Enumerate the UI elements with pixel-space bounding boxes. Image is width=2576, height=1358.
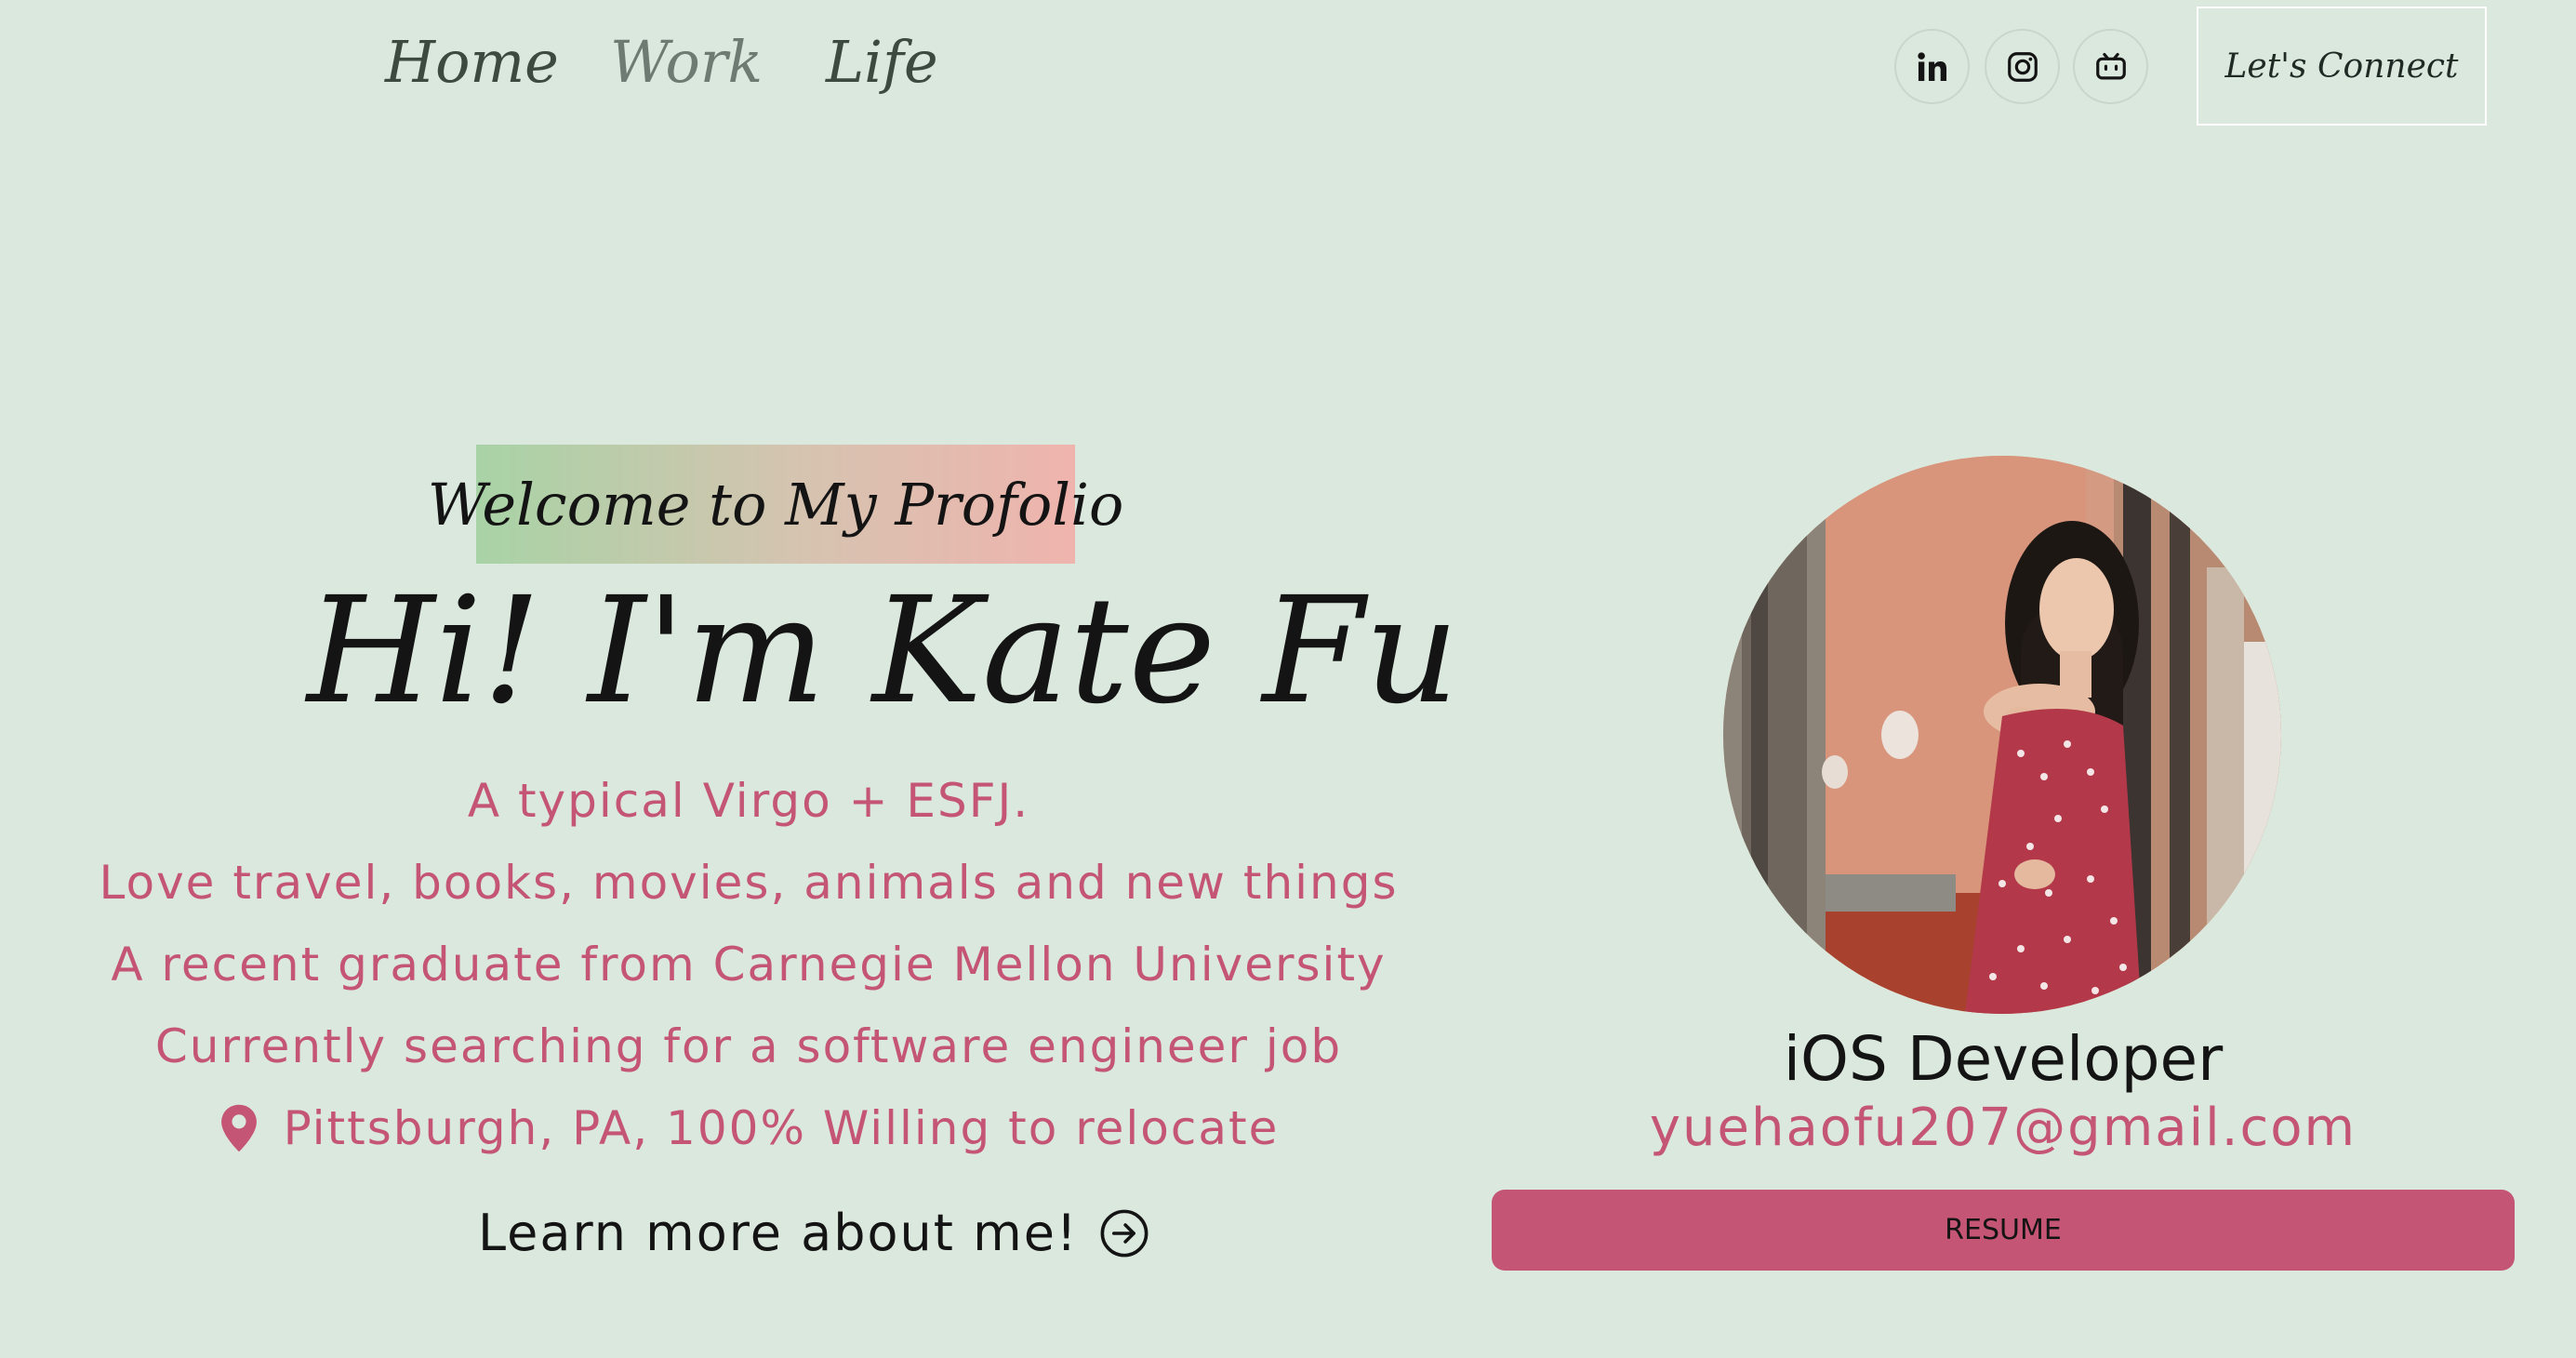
location-text: Pittsburgh, PA, 100% Willing to relocate — [283, 1101, 1280, 1155]
profile-photo — [1723, 456, 2281, 1014]
email-link[interactable]: yuehaofu207@gmail.com — [1488, 1098, 2518, 1158]
hero-title: Hi! I'm Kate Fu — [307, 566, 1459, 737]
bilibili-icon — [2095, 52, 2126, 79]
nav-life-link[interactable]: Life — [826, 28, 938, 96]
bio-line-personality: A typical Virgo + ESFJ. — [467, 774, 1030, 828]
instagram-icon — [2007, 51, 2038, 82]
welcome-badge: Welcome to My Profolio — [428, 445, 1123, 564]
lets-connect-button[interactable]: Let's Connect — [2197, 7, 2487, 126]
bilibili-button[interactable] — [2073, 29, 2148, 104]
nav-work-link[interactable]: Work — [610, 28, 763, 96]
learn-more-link[interactable]: Learn more about me! — [478, 1204, 1149, 1262]
linkedin-icon — [1917, 51, 1946, 81]
location-row: Pittsburgh, PA, 100% Willing to relocate — [0, 1101, 1497, 1155]
bio-line-education: A recent graduate from Carnegie Mellon U… — [111, 938, 1387, 992]
instagram-button[interactable] — [1985, 29, 2060, 104]
learn-more-label: Learn more about me! — [478, 1204, 1079, 1262]
bio-line-interests: Love travel, books, movies, animals and … — [99, 856, 1399, 910]
arrow-right-circle-icon — [1100, 1209, 1149, 1257]
location-pin-icon — [219, 1103, 259, 1153]
resume-button[interactable]: RESUME — [1492, 1190, 2515, 1271]
nav-home-link[interactable]: Home — [385, 28, 559, 96]
role-title: iOS Developer — [1783, 1023, 2224, 1095]
linkedin-button[interactable] — [1894, 29, 1970, 104]
bio-line-job-search: Currently searching for a software engin… — [154, 1019, 1343, 1073]
